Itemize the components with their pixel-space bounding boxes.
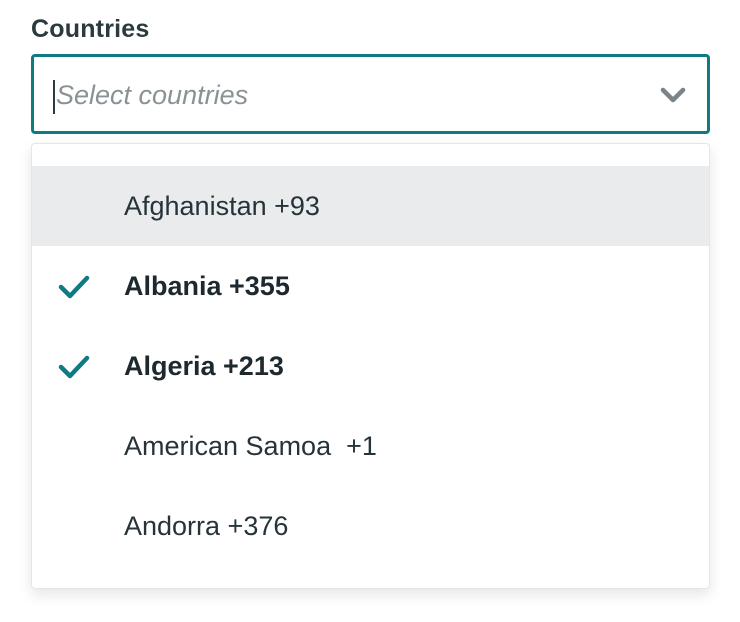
country-options-list: Afghanistan +93 Albania +355 Algeria +21…	[31, 143, 710, 589]
option-label: Albania +355	[124, 271, 290, 301]
option-label: Afghanistan +93	[124, 191, 320, 221]
option-algeria[interactable]: Algeria +213	[32, 326, 709, 406]
option-label: Andorra +376	[124, 511, 289, 541]
country-select-page: Countries Afghanistan +93 Albania +355 A…	[0, 0, 740, 622]
option-albania[interactable]: Albania +355	[32, 246, 709, 326]
chevron-down-icon[interactable]	[659, 83, 687, 107]
option-label: Algeria +213	[124, 351, 284, 381]
field-label: Countries	[31, 15, 150, 43]
checkmark-icon	[58, 275, 90, 299]
option-label: American Samoa +1	[124, 431, 377, 461]
option-andorra[interactable]: Andorra +376	[32, 486, 709, 566]
option-american-samoa[interactable]: American Samoa +1	[32, 406, 709, 486]
checkmark-icon	[58, 355, 90, 379]
country-search-input[interactable]	[56, 75, 616, 115]
option-afghanistan[interactable]: Afghanistan +93	[32, 166, 709, 246]
country-select[interactable]	[31, 54, 710, 134]
text-cursor	[53, 80, 55, 114]
